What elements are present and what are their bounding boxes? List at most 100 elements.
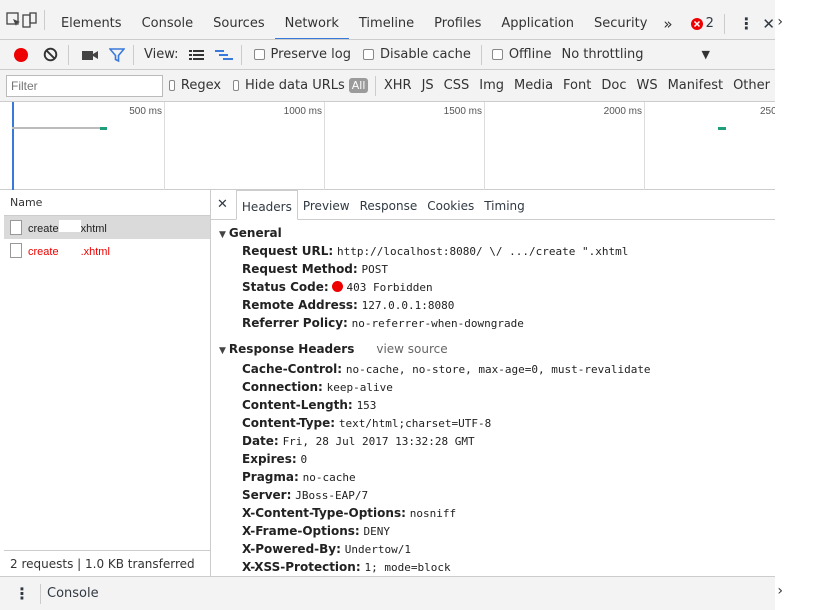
filter-type-doc[interactable]: Doc — [601, 78, 626, 93]
header-row: Expires: 0 — [211, 450, 775, 468]
tab-preview[interactable]: Preview — [298, 190, 355, 220]
record-icon[interactable] — [13, 47, 29, 63]
view-source-link[interactable]: view source — [376, 342, 447, 356]
error-count[interactable]: 2 — [706, 16, 714, 31]
header-name: X-Powered-By: — [242, 542, 341, 556]
clear-icon[interactable] — [43, 47, 58, 62]
filter-type-media[interactable]: Media — [514, 78, 553, 93]
header-value: Undertow/1 — [344, 543, 411, 556]
request-row[interactable]: create xhtml — [4, 216, 210, 239]
tab-timing[interactable]: Timing — [479, 190, 530, 220]
filter-type-other[interactable]: Other — [733, 78, 770, 93]
headers-content: ▼ General Request URL: http://localhost:8… — [211, 220, 775, 576]
request-name: create xhtml — [28, 220, 107, 235]
header-row: Status Code: 403 Forbidden — [211, 278, 775, 296]
header-row: Request URL: http://localhost:8080/ \/ .… — [211, 242, 775, 260]
header-name: Cache-Control: — [242, 362, 343, 376]
header-name: Remote Address: — [242, 298, 358, 312]
header-value: no-cache — [302, 471, 356, 484]
detail-tab-bar: ✕ Headers Preview Response Cookies Timing — [211, 190, 775, 220]
device-toolbar-icon[interactable] — [22, 11, 38, 28]
tab-console-drawer[interactable]: Console — [47, 586, 99, 601]
divider — [480, 44, 482, 65]
filter-type-img[interactable]: Img — [479, 78, 504, 93]
header-value: text/html;charset=UTF-8 — [338, 417, 492, 430]
resource-type-filters: XHR JS CSS Img Media Font Doc WS Manifest Other — [379, 78, 775, 93]
filter-type-ws[interactable]: WS — [636, 78, 657, 93]
header-value: 403 Forbidden — [346, 281, 433, 294]
menu-kebab-icon[interactable]: ⋮ — [738, 14, 754, 33]
filter-type-manifest[interactable]: Manifest — [668, 78, 723, 93]
request-details: ✕ Headers Preview Response Cookies Timing ▼ G… — [211, 190, 775, 576]
timeline-gridline — [484, 102, 485, 190]
divider — [40, 583, 41, 604]
filter-input[interactable] — [6, 74, 163, 97]
filter-type-js[interactable]: JS — [422, 78, 434, 93]
tab-cookies[interactable]: Cookies — [422, 190, 479, 220]
hide-data-urls-checkbox[interactable] — [233, 80, 240, 91]
divider — [723, 13, 725, 34]
chevron-right-icon[interactable]: › — [777, 14, 783, 30]
chevron-down-icon[interactable]: ▼ — [701, 48, 709, 61]
large-rows-icon[interactable] — [188, 49, 205, 61]
regex-checkbox[interactable] — [169, 80, 175, 91]
header-name: Expires: — [242, 452, 297, 466]
tab-network[interactable]: Network — [274, 0, 349, 39]
header-row: Referrer Policy: no-referrer-when-downgr… — [211, 314, 775, 332]
request-name: create .xhtml — [28, 243, 110, 258]
close-devtools-icon[interactable]: ✕ — [762, 15, 775, 33]
header-name: X-Content-Type-Options: — [242, 506, 406, 520]
tab-security[interactable]: Security — [584, 0, 657, 39]
hide-data-urls-label: Hide data URLs — [245, 78, 345, 93]
header-name: Date: — [242, 434, 279, 448]
header-value: no-cache, no-store, max-age=0, must-reva… — [345, 363, 651, 376]
header-value: http://localhost:8080/ \/ .../create ".x… — [336, 245, 629, 258]
filter-icon[interactable] — [109, 47, 125, 63]
filter-type-font[interactable]: Font — [563, 78, 591, 93]
tab-profiles[interactable]: Profiles — [424, 0, 491, 39]
header-name: Content-Type: — [242, 416, 336, 430]
dom-content-loaded-marker — [12, 102, 14, 190]
document-icon — [10, 220, 22, 235]
disable-cache-checkbox[interactable] — [362, 49, 374, 60]
more-tabs-icon[interactable]: » — [657, 0, 678, 39]
chevron-right-icon[interactable]: › — [777, 583, 783, 599]
header-row: Request Method: POST — [211, 260, 775, 278]
header-row: Pragma: no-cache — [211, 468, 775, 486]
preserve-log-checkbox[interactable] — [253, 49, 265, 60]
tab-response[interactable]: Response — [355, 190, 423, 220]
request-bar-receive — [718, 127, 726, 130]
capture-screenshots-icon[interactable] — [81, 48, 99, 62]
filter-type-xhr[interactable]: XHR — [384, 78, 412, 93]
status-error-icon — [332, 281, 344, 292]
inspect-element-icon[interactable] — [6, 11, 22, 28]
tab-headers[interactable]: Headers — [235, 190, 298, 220]
header-name: Request URL: — [242, 244, 334, 258]
offline-checkbox[interactable] — [491, 49, 503, 60]
header-name: Server: — [242, 488, 292, 502]
error-icon[interactable] — [690, 17, 703, 30]
header-row: Cache-Control: no-cache, no-store, max-a… — [211, 360, 775, 378]
console-drawer: ⋮ Console — [0, 576, 775, 610]
tab-timeline[interactable]: Timeline — [349, 0, 424, 39]
general-section-header[interactable]: ▼ General — [211, 224, 775, 242]
tab-sources[interactable]: Sources — [203, 0, 274, 39]
filter-type-css[interactable]: CSS — [444, 78, 470, 93]
tab-elements[interactable]: Elements — [51, 0, 132, 39]
tab-application[interactable]: Application — [491, 0, 584, 39]
timeline-tick-label: 2000 ms — [603, 106, 642, 117]
filter-type-all[interactable]: All — [348, 78, 369, 93]
throttling-select[interactable]: No throttling — [561, 47, 701, 62]
divider — [240, 44, 242, 65]
timeline-gridline — [644, 102, 645, 190]
request-row[interactable]: create .xhtml — [4, 239, 210, 262]
response-headers-section-header[interactable]: ▼ Response Headers view source — [211, 340, 775, 358]
column-header-name[interactable]: Name — [4, 190, 210, 216]
regex-label: Regex — [180, 78, 222, 93]
header-name: Connection: — [242, 380, 323, 394]
header-name: Content-Length: — [242, 398, 353, 412]
close-details-icon[interactable]: ✕ — [217, 197, 228, 212]
waterfall-overview-icon[interactable] — [214, 49, 233, 61]
tab-console[interactable]: Console — [132, 0, 204, 39]
drawer-menu-icon[interactable]: ⋮ — [14, 584, 30, 603]
